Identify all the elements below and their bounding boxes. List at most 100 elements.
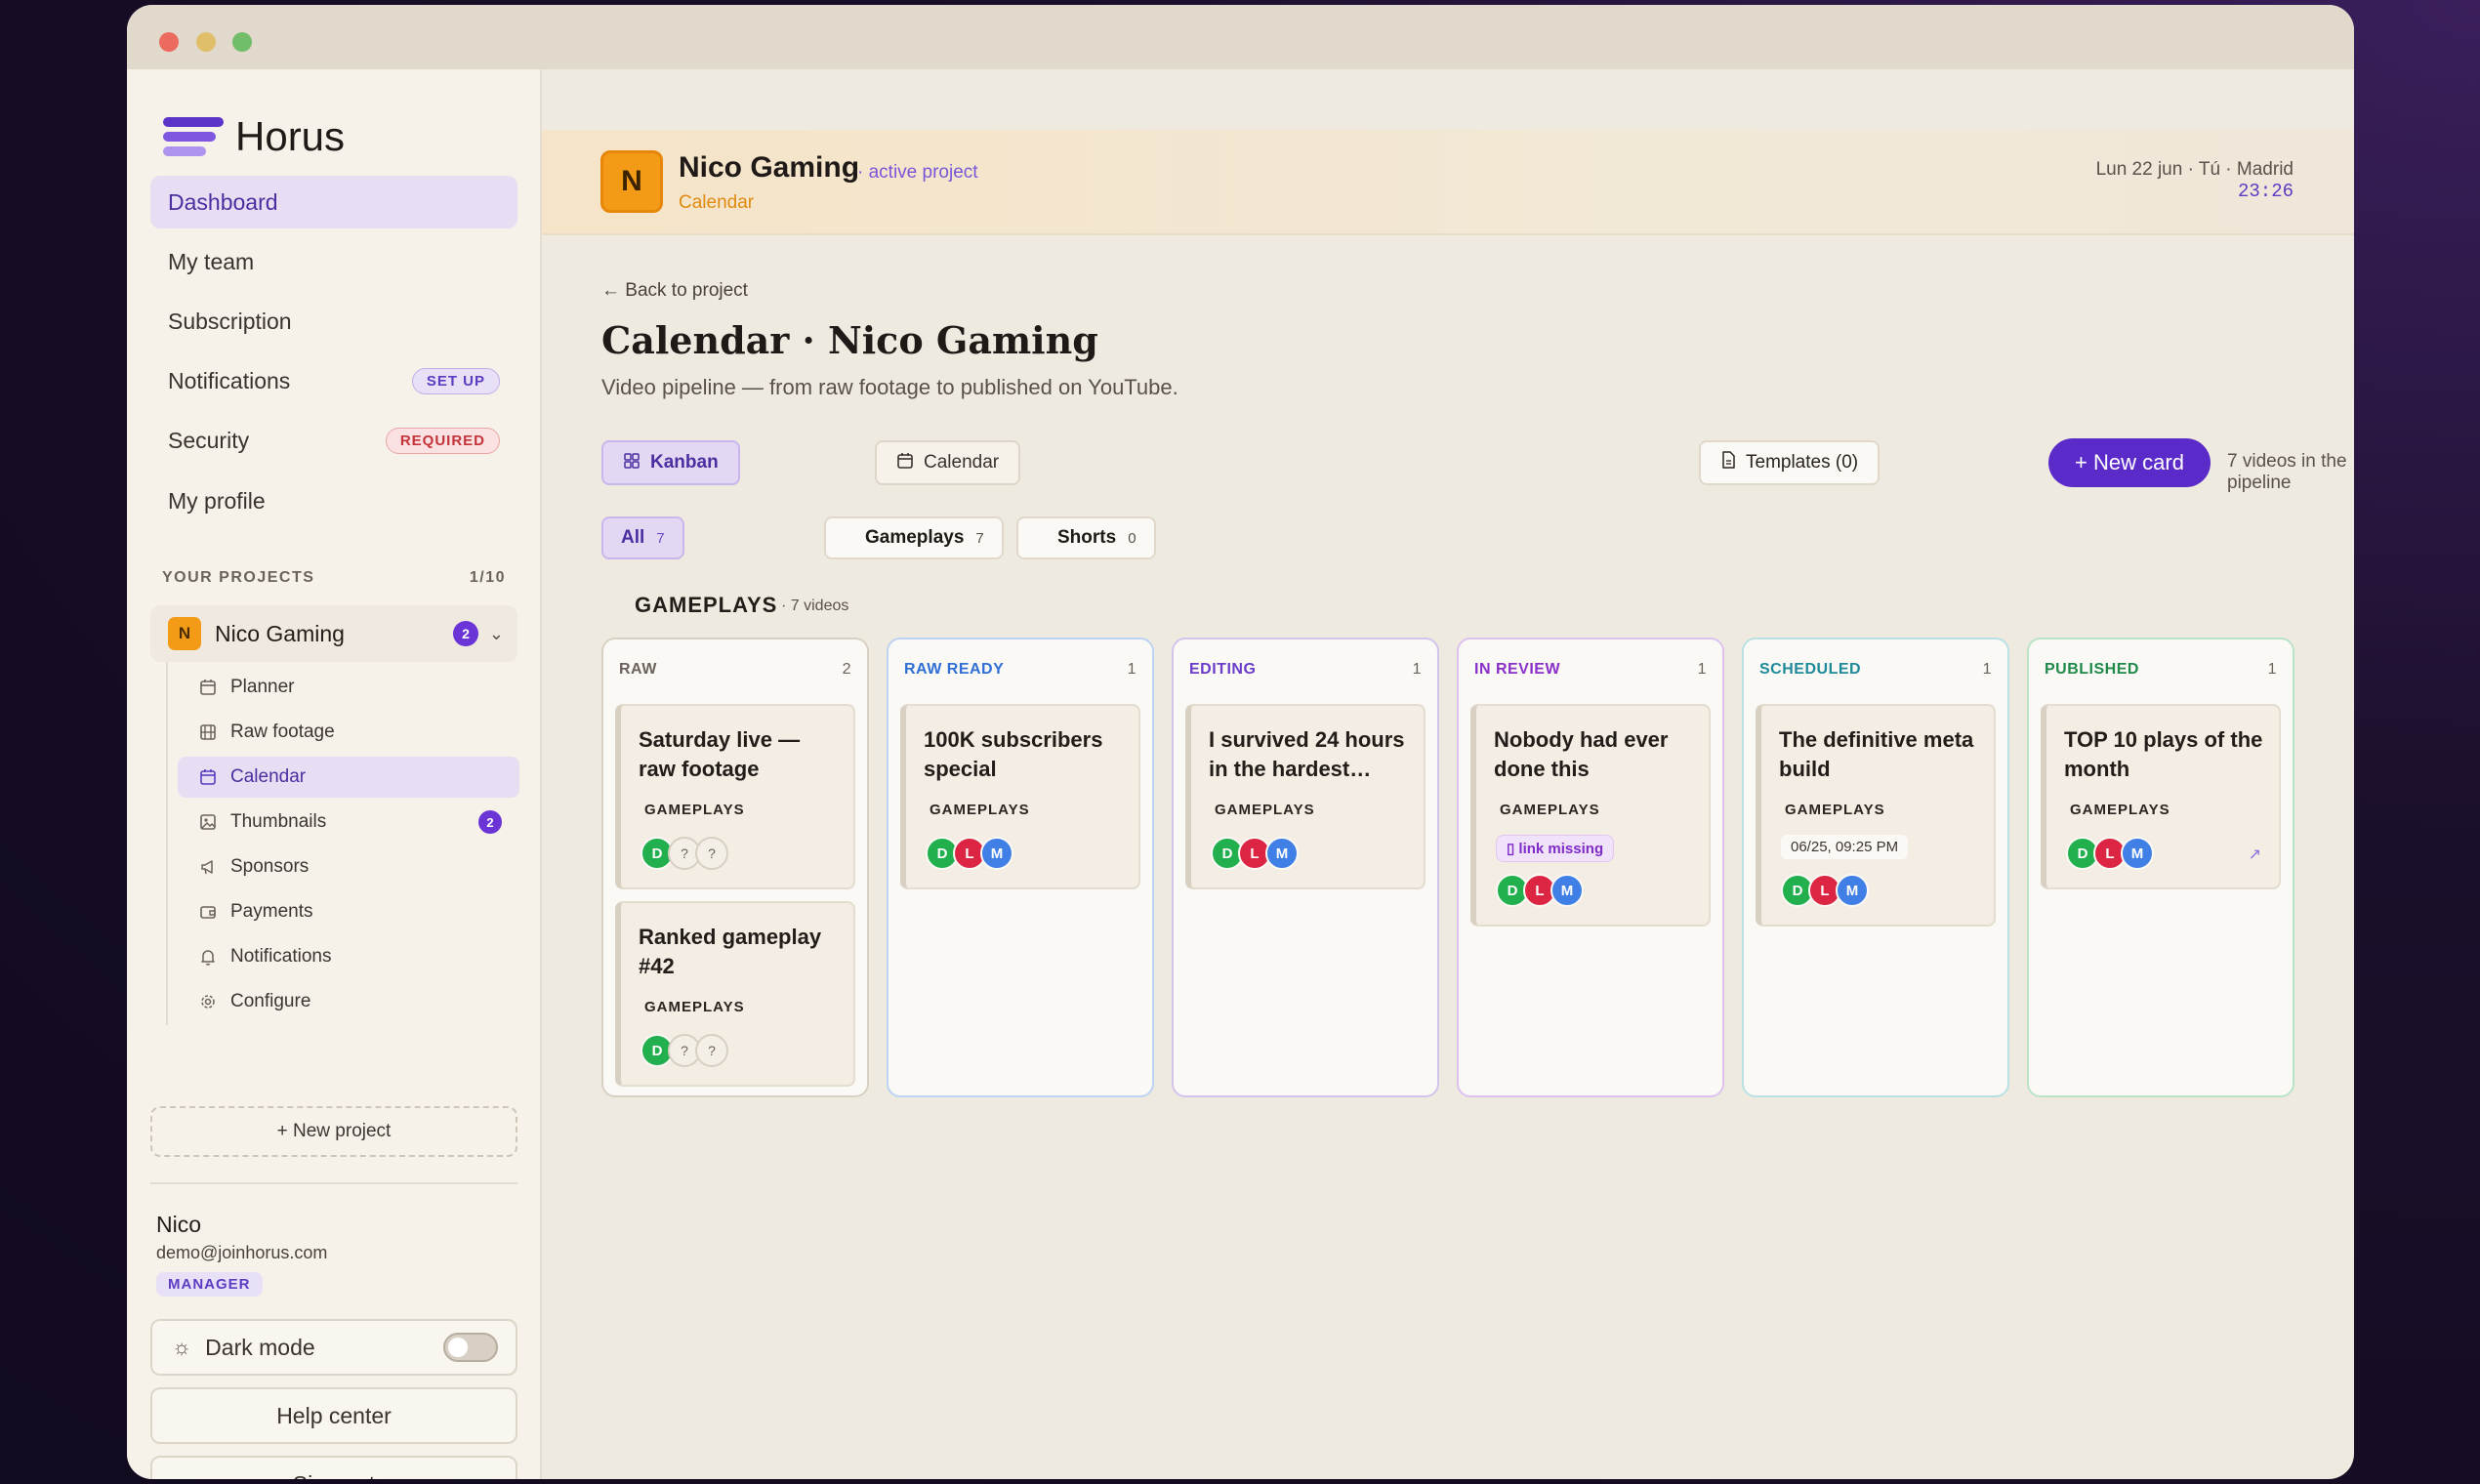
setup-badge: SET UP — [411, 367, 500, 394]
subnav-sponsors[interactable]: Sponsors — [178, 846, 519, 887]
video-card[interactable]: I survived 24 hours in the hardest… GAME… — [1185, 704, 1426, 889]
calendar-view-button[interactable]: Calendar — [875, 440, 1021, 485]
project-status: · active project — [857, 162, 978, 183]
required-badge: REQUIRED — [385, 427, 500, 454]
brand-name: Horus — [235, 113, 346, 159]
image-icon — [197, 813, 219, 831]
subnav-planner[interactable]: Planner — [178, 667, 519, 708]
projects-section-title: YOUR PROJECTS 1/10 — [162, 569, 506, 587]
dark-mode-row[interactable]: ☼ Dark mode — [150, 1319, 517, 1376]
card-avatars: D ? ? — [641, 1034, 728, 1067]
new-card-button[interactable]: + New card — [2048, 438, 2211, 487]
column-name: RAW READY — [904, 661, 1005, 678]
column-name: PUBLISHED — [2045, 661, 2139, 678]
kanban-view-button[interactable]: Kanban — [601, 440, 740, 485]
subnav-label: Configure — [230, 991, 311, 1011]
sign-out-button[interactable]: Sign out — [150, 1456, 517, 1479]
card-tag: GAMEPLAYS — [644, 999, 745, 1015]
horus-logo-icon — [163, 117, 224, 156]
card-tag: GAMEPLAYS — [1785, 802, 1885, 818]
project-name: Nico Gaming — [215, 620, 345, 646]
subnav-label: Raw footage — [230, 721, 335, 742]
column-count: 1 — [1982, 661, 1992, 678]
title-bar — [127, 5, 2354, 69]
filter-all[interactable]: All 7 — [601, 516, 684, 559]
subnav-raw-footage[interactable]: Raw footage — [178, 712, 519, 753]
subnav-label: Planner — [230, 677, 295, 697]
project-count-badge: 2 — [453, 621, 478, 646]
document-icon — [1720, 451, 1736, 474]
nav-notifications[interactable]: Notifications SET UP — [150, 354, 517, 407]
filter-shorts[interactable]: Shorts 0 — [1016, 516, 1156, 559]
video-card[interactable]: TOP 10 plays of the month GAMEPLAYS D L … — [2041, 704, 2281, 889]
video-card[interactable]: 100K subscribers special GAMEPLAYS D L M — [900, 704, 1140, 889]
card-title: I survived 24 hours in the hardest… — [1209, 727, 1405, 781]
subnav-thumbnails[interactable]: Thumbnails 2 — [178, 802, 519, 843]
avatar: M — [980, 837, 1013, 870]
subnav-label: Payments — [230, 901, 313, 922]
grid-icon — [623, 452, 641, 474]
project-avatar: N — [168, 617, 201, 650]
column-count: 1 — [1412, 661, 1422, 678]
new-project-button[interactable]: + New project — [150, 1106, 517, 1157]
minimize-window-button[interactable] — [196, 32, 216, 52]
project-nico-gaming[interactable]: N Nico Gaming 2 ⌄ — [150, 605, 517, 662]
column-raw-ready: RAW READY 1 100K subscribers special GAM… — [887, 638, 1154, 1097]
column-header: RAW READY 1 — [904, 661, 1137, 679]
external-link-icon[interactable]: ↗ — [2249, 845, 2261, 864]
avatar: M — [1550, 874, 1584, 907]
nav-label: Subscription — [168, 308, 292, 334]
video-card[interactable]: The definitive meta build GAMEPLAYS 06/2… — [1756, 704, 1996, 927]
dark-mode-toggle[interactable] — [443, 1333, 498, 1362]
nav-label: Security — [168, 427, 250, 453]
column-name: SCHEDULED — [1759, 661, 1862, 678]
nav-security[interactable]: Security REQUIRED — [150, 414, 517, 467]
filter-label: All — [621, 527, 645, 548]
video-card[interactable]: Nobody had ever done this GAMEPLAYS ▯ li… — [1470, 704, 1711, 927]
subnav-notifications[interactable]: Notifications — [178, 936, 519, 977]
chevron-down-icon[interactable]: ⌄ — [489, 624, 504, 644]
subnav-payments[interactable]: Payments — [178, 891, 519, 932]
card-avatars: D L M — [1781, 874, 1869, 907]
card-tag: GAMEPLAYS — [644, 802, 745, 818]
sidebar: Horus Dashboard My team Subscription Not… — [127, 69, 542, 1479]
nav-subscription[interactable]: Subscription — [150, 295, 517, 348]
close-window-button[interactable] — [159, 32, 179, 52]
subnav-label: Sponsors — [230, 856, 310, 877]
nav-my-team[interactable]: My team — [150, 235, 517, 288]
card-tag: GAMEPLAYS — [2070, 802, 2170, 818]
brand[interactable]: Horus — [163, 113, 345, 160]
avatar: M — [1265, 837, 1299, 870]
filter-count: 7 — [656, 529, 665, 547]
avatar: M — [1836, 874, 1869, 907]
filter-gameplays[interactable]: Gameplays 7 — [824, 516, 1004, 559]
subnav-label: Calendar — [230, 766, 307, 787]
help-center-button[interactable]: Help center — [150, 1387, 517, 1444]
nav-dashboard[interactable]: Dashboard — [150, 176, 517, 228]
nav-my-profile[interactable]: My profile — [150, 474, 517, 527]
date-location: Lun 22 jun · Tú · Madrid — [2095, 159, 2294, 180]
nav-label: Notifications — [168, 367, 291, 393]
subnav-configure[interactable]: Configure — [178, 981, 519, 1022]
projects-title: YOUR PROJECTS — [162, 569, 315, 586]
page-title: Calendar · Nico Gaming — [601, 318, 1098, 362]
app-window: Horus Dashboard My team Subscription Not… — [127, 5, 2354, 1479]
card-avatars: D L M — [926, 837, 1013, 870]
subnav-calendar[interactable]: Calendar — [178, 757, 519, 798]
project-section: Calendar — [679, 192, 755, 213]
back-to-project-link[interactable]: ← Back to project — [601, 280, 748, 302]
card-tag: GAMEPLAYS — [930, 802, 1030, 818]
role-badge: MANAGER — [156, 1272, 263, 1297]
column-name: IN REVIEW — [1474, 661, 1561, 678]
templates-button[interactable]: Templates (0) — [1699, 440, 1881, 485]
project-title: Nico Gaming — [679, 151, 860, 184]
card-title: 100K subscribers special — [924, 727, 1103, 781]
maximize-window-button[interactable] — [232, 32, 252, 52]
video-card[interactable]: Saturday live — raw footage GAMEPLAYS D … — [615, 704, 855, 889]
column-count: 1 — [2267, 661, 2277, 678]
calendar-label: Calendar — [924, 452, 1000, 473]
card-avatars: D ? ? — [641, 837, 728, 870]
video-card[interactable]: Ranked gameplay #42 GAMEPLAYS D ? ? — [615, 901, 855, 1087]
card-tag: GAMEPLAYS — [1215, 802, 1315, 818]
sun-icon: ☼ — [172, 1335, 192, 1359]
